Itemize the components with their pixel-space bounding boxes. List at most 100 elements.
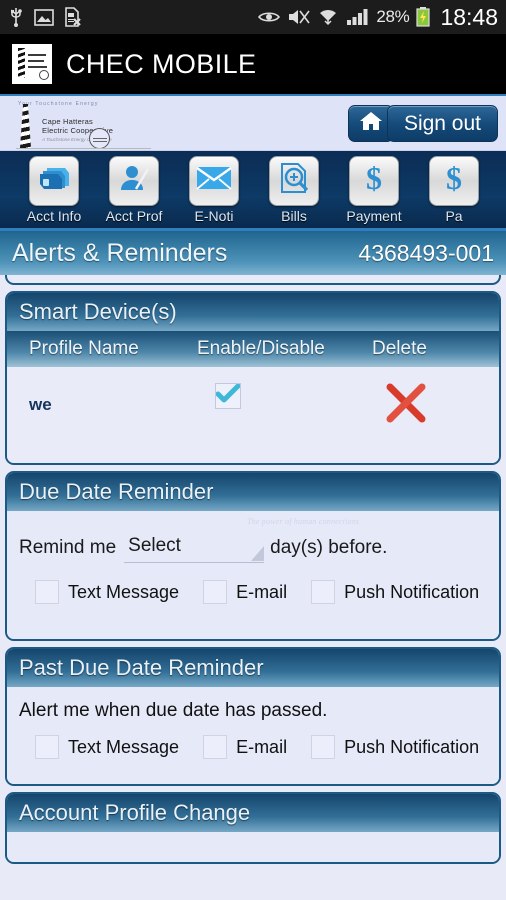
nav-item-payment[interactable]: $ Payment [334, 155, 414, 224]
sign-out-label: Sign out [403, 111, 481, 135]
nav-item-acct-info[interactable]: Acct Info [14, 155, 94, 224]
cell-delete [372, 383, 482, 428]
usb-icon [8, 7, 24, 27]
remind-me-label: Remind me [19, 537, 117, 558]
nav-item-payment-arrangement[interactable]: $ Pa [414, 155, 494, 224]
label-push-notification: Push Notification [344, 581, 480, 602]
past-due-reminder-body: Alert me when due date has passed. Text … [7, 687, 499, 784]
sim-card-error-icon [64, 7, 82, 27]
gallery-icon [34, 8, 54, 26]
chevron-down-icon [251, 546, 265, 561]
app-title: CHEC MOBILE [66, 48, 257, 79]
smart-devices-panel: Smart Device(s) Profile Name Enable/Disa… [5, 291, 501, 465]
due-date-reminder-title: Due Date Reminder [19, 479, 214, 504]
page-header: Alerts & Reminders 4368493-001 [0, 231, 506, 275]
nav-item-acct-prof[interactable]: Acct Prof [94, 155, 174, 224]
checkbox-text-message[interactable] [35, 735, 59, 759]
svg-text:$: $ [446, 161, 462, 195]
select-underline [124, 562, 265, 563]
previous-panel-cutoff [5, 275, 501, 285]
smart-devices-header: Smart Device(s) [7, 293, 499, 331]
nav-label: Acct Prof [105, 207, 163, 224]
label-email: E-mail [236, 736, 288, 757]
coop-bar: Your Touchstone Energy Cape Hatteras Ele… [0, 96, 506, 151]
logo-name-line1: Cape Hatteras [42, 117, 93, 126]
cell-profile-name: we [29, 395, 52, 414]
nav-tile [269, 155, 319, 206]
watermark-text: The power of human connections [247, 517, 360, 526]
due-date-channels: Text Message E-mail Push Notification [19, 567, 487, 617]
checkbox-push-notification[interactable] [311, 735, 336, 759]
nav-tile [29, 155, 79, 206]
smart-devices-table-header: Profile Name Enable/Disable Delete [7, 331, 499, 367]
cell-enable-disable [197, 383, 372, 409]
document-search-icon [278, 162, 310, 199]
column-delete: Delete [372, 338, 427, 359]
checkbox-email[interactable] [203, 580, 228, 604]
nav-tile: $ [429, 155, 479, 206]
nav-item-e-noti[interactable]: E-Noti [174, 155, 254, 224]
user-profile-icon [118, 163, 150, 198]
column-profile-name: Profile Name [29, 338, 139, 359]
nav-label: Pa [445, 207, 463, 224]
nav-label: E-Noti [194, 207, 234, 224]
due-date-reminder-panel: Due Date Reminder The power of human con… [5, 471, 501, 641]
account-number: 4368493-001 [358, 239, 494, 266]
checkbox-push-notification[interactable] [311, 580, 336, 604]
label-push-notification: Push Notification [344, 736, 480, 757]
status-bar-left [8, 7, 258, 27]
nav-tile [189, 155, 239, 206]
enable-checkbox[interactable] [215, 383, 241, 409]
battery-charging-icon [416, 7, 431, 27]
account-profile-change-header: Account Profile Change [7, 794, 499, 832]
envelope-icon [196, 165, 232, 196]
label-text-message: Text Message [68, 581, 180, 602]
days-before-select-value: Select [128, 535, 181, 556]
smart-devices-title: Smart Device(s) [19, 299, 177, 324]
check-icon [215, 383, 241, 409]
dollar-sign-icon: $ [362, 160, 386, 200]
past-due-channels: Text Message E-mail Push Notification [19, 722, 487, 772]
sign-out-button[interactable]: Sign out [386, 105, 498, 142]
battery-percent: 28% [376, 7, 410, 26]
wifi-icon [318, 8, 338, 26]
svg-text:$: $ [366, 161, 382, 195]
status-bar: 28% 18:48 [0, 0, 506, 34]
checkbox-text-message[interactable] [35, 580, 59, 604]
account-profile-change-title: Account Profile Change [19, 800, 251, 825]
signal-icon [345, 8, 369, 26]
cape-hatteras-logo: Your Touchstone Energy Cape Hatteras Ele… [6, 98, 156, 150]
past-due-description: Alert me when due date has passed. [19, 700, 328, 721]
cards-stack-icon [37, 163, 71, 198]
mute-icon [287, 8, 311, 26]
app-title-bar: CHEC MOBILE [0, 34, 506, 96]
status-bar-right: 28% 18:48 [258, 4, 498, 31]
past-due-reminder-title: Past Due Date Reminder [19, 655, 264, 680]
nav-item-bills[interactable]: Bills [254, 155, 334, 224]
label-text-message: Text Message [68, 736, 180, 757]
due-date-reminder-header: Due Date Reminder [7, 473, 499, 511]
account-profile-change-panel: Account Profile Change [5, 792, 501, 864]
status-clock: 18:48 [440, 3, 498, 30]
label-email: E-mail [236, 581, 288, 602]
checkbox-email[interactable] [203, 735, 228, 759]
days-before-suffix: day(s) before. [270, 537, 388, 558]
chec-logo-icon [12, 44, 52, 84]
nav-label: Payment [346, 207, 402, 224]
past-due-reminder-panel: Past Due Date Reminder Alert me when due… [5, 647, 501, 786]
red-x-icon[interactable] [384, 383, 428, 428]
days-before-select[interactable]: Select [124, 533, 265, 563]
nav-label: Acct Info [26, 207, 82, 224]
eye-icon [258, 10, 281, 24]
nav-tile: $ [349, 155, 399, 206]
nav-tile [109, 155, 159, 206]
past-due-reminder-header: Past Due Date Reminder [7, 649, 499, 687]
content-area: Smart Device(s) Profile Name Enable/Disa… [0, 275, 506, 900]
column-enable-disable: Enable/Disable [197, 338, 325, 359]
home-icon [358, 110, 384, 137]
logo-top-text: Your Touchstone Energy [18, 101, 99, 107]
account-profile-change-body [7, 832, 499, 862]
icon-nav-bar[interactable]: Acct Info Acct Prof E-Noti Bills $ Payme… [0, 151, 506, 231]
dollar-sign-icon: $ [442, 160, 466, 200]
due-date-reminder-body: The power of human connections Remind me… [7, 511, 499, 639]
